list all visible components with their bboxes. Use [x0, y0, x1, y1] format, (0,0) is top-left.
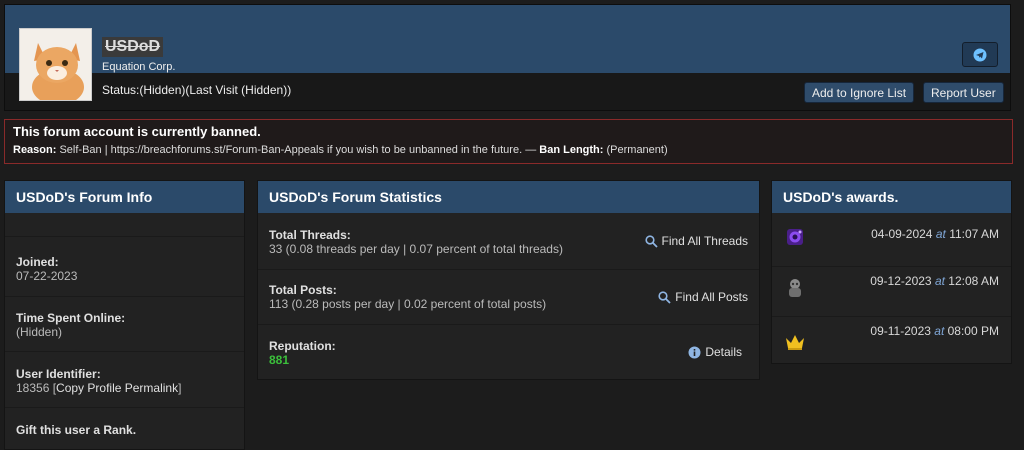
- info-icon: [688, 346, 701, 358]
- award-row: 09-12-2023 at 12:08 AM: [772, 267, 1011, 317]
- joined-row: Joined: 07-22-2023: [16, 255, 77, 283]
- posts-row: Total Posts: 113 (0.28 posts per day | 0…: [269, 283, 748, 311]
- ban-reason-text: Self-Ban | https://breachforums.st/Forum…: [59, 144, 523, 156]
- find-all-threads-link[interactable]: Find All Threads: [644, 234, 749, 248]
- ban-length-value: (Permanent): [606, 144, 668, 156]
- award-date: 04-09-2024 at 11:07 AM: [871, 227, 999, 241]
- ban-dash: —: [522, 144, 540, 156]
- find-all-posts-label: Find All Posts: [675, 290, 748, 304]
- uid-row: User Identifier: 18356 [Copy Profile Per…: [16, 367, 181, 395]
- username: USDoD: [102, 37, 164, 57]
- ban-reason: Reason: Self-Ban | https://breachforums.…: [13, 144, 668, 156]
- award-row: 09-11-2023 at 08:00 PM: [772, 317, 1011, 367]
- telegram-icon: [973, 48, 987, 61]
- status-text: Status:(Hidden)(Last Visit (Hidden)): [102, 83, 292, 97]
- organization: Equation Corp.: [102, 61, 176, 73]
- award-date: 09-12-2023 at 12:08 AM: [870, 274, 999, 288]
- find-all-posts-link[interactable]: Find All Posts: [658, 290, 748, 304]
- search-icon: [644, 234, 658, 248]
- grey-robot-icon: [789, 279, 801, 297]
- telegram-button[interactable]: [962, 42, 998, 67]
- uid-value-line: 18356 [Copy Profile Permalink]: [16, 381, 182, 395]
- add-to-ignore-button[interactable]: Add to Ignore List: [804, 82, 915, 103]
- report-user-button[interactable]: Report User: [923, 82, 1004, 103]
- award-date: 09-11-2023 at 08:00 PM: [870, 324, 999, 338]
- ban-notice: This forum account is currently banned. …: [4, 119, 1013, 164]
- online-label: Time Spent Online:: [16, 311, 126, 325]
- find-all-threads-label: Find All Threads: [661, 234, 749, 248]
- awards-title: USDoD's awards.: [772, 181, 1011, 213]
- online-value: (Hidden): [16, 325, 63, 339]
- reputation-label: Reputation:: [269, 339, 336, 353]
- ban-reason-label: Reason:: [13, 144, 57, 156]
- purple-speaker-icon: [787, 229, 803, 245]
- ban-length-label: Ban Length:: [539, 144, 604, 156]
- ban-title: This forum account is currently banned.: [13, 124, 261, 139]
- joined-value: 07-22-2023: [16, 269, 78, 283]
- gold-crown-icon: [786, 335, 804, 350]
- reputation-row: Reputation: 881 Details: [269, 339, 748, 367]
- gift-rank-link[interactable]: Gift this user a Rank.: [16, 423, 136, 437]
- avatar: [19, 28, 92, 101]
- search-icon: [658, 290, 671, 304]
- forum-stats-title: USDoD's Forum Statistics: [258, 181, 759, 213]
- profile-header: USDoD Equation Corp. Status:(Hidden)(Las…: [4, 4, 1011, 111]
- threads-row: Total Threads: 33 (0.08 threads per day …: [269, 228, 748, 256]
- gift-row: Gift this user a Rank.: [16, 423, 136, 437]
- award-row: 04-09-2024 at 11:07 AM: [772, 215, 1011, 265]
- joined-label: Joined:: [16, 255, 59, 269]
- forum-stats-panel: USDoD's Forum Statistics Total Threads: …: [257, 180, 760, 380]
- uid-label: User Identifier:: [16, 367, 101, 381]
- uid-value: 18356: [16, 381, 50, 395]
- forum-info-title: USDoD's Forum Info: [5, 181, 244, 213]
- details-label: Details: [705, 345, 742, 359]
- forum-info-panel: USDoD's Forum Info Joined: 07-22-2023 Ti…: [4, 180, 245, 450]
- copy-permalink-link[interactable]: Copy Profile Permalink: [56, 381, 178, 395]
- reputation-value: 881: [269, 353, 290, 367]
- reputation-details-link[interactable]: Details: [688, 345, 742, 359]
- online-row: Time Spent Online: (Hidden): [16, 311, 125, 339]
- awards-panel: USDoD's awards. 04-09-2024 at 11:07 AM 0…: [771, 180, 1012, 364]
